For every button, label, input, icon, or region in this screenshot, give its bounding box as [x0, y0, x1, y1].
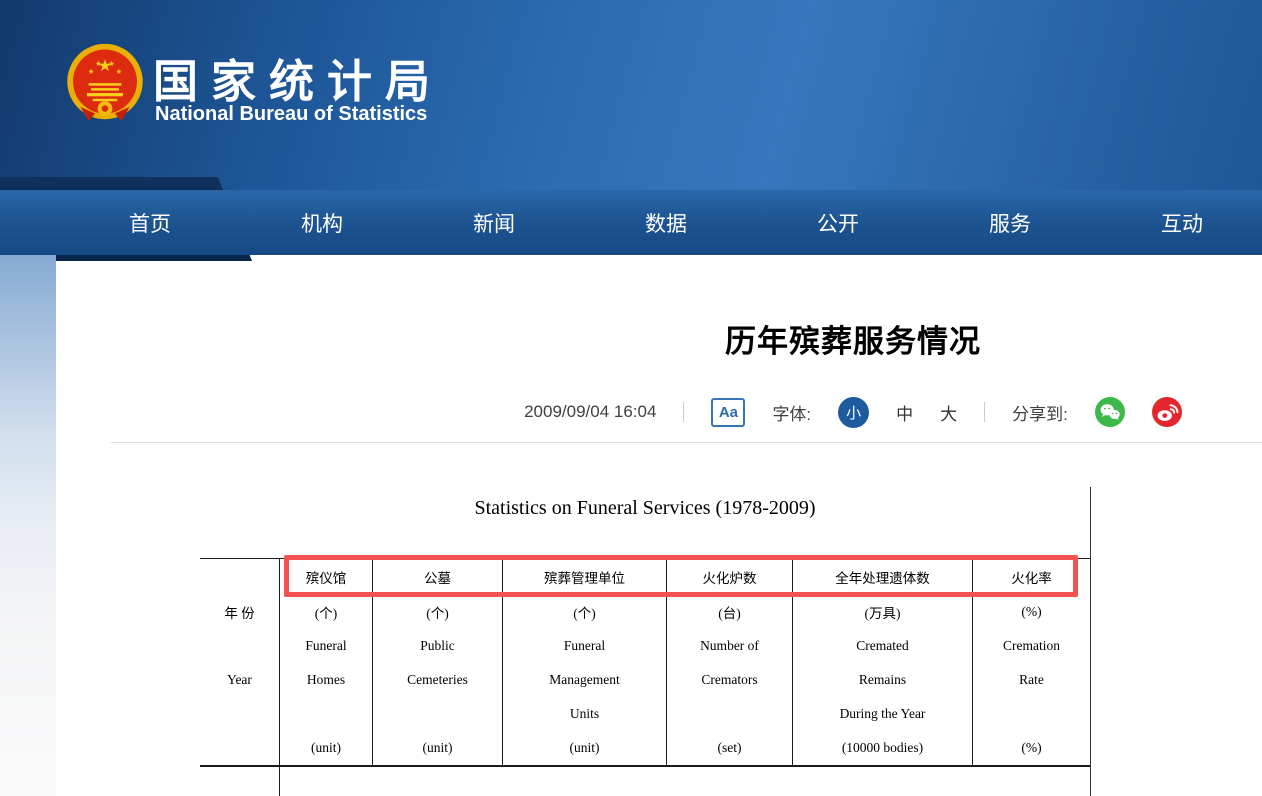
font-size-large-button[interactable]: 大: [940, 400, 957, 425]
table-column-divider: [279, 767, 280, 796]
table-cell: Remains: [793, 663, 972, 697]
site-header: ★ ★ ★ ★ ★ 国家统计局 National Bureau of Stati…: [0, 0, 1262, 190]
table-cell: (%): [973, 731, 1090, 765]
table-column-year: 年 份 Year: [200, 559, 280, 765]
font-size-small-button[interactable]: 小: [838, 397, 869, 428]
svg-text:★: ★: [108, 59, 115, 68]
table-cell: [200, 697, 279, 731]
table-cell: During the Year: [793, 697, 972, 731]
table-cell: Cremators: [667, 663, 792, 697]
table-cell: Public: [373, 629, 502, 663]
table-cell: [200, 731, 279, 765]
national-emblem-icon[interactable]: ★ ★ ★ ★ ★: [64, 42, 146, 126]
publish-date: 2009/09/04 16:04: [524, 402, 656, 422]
separator: [683, 402, 684, 422]
table-cell: Funeral: [280, 629, 372, 663]
nav-item-news[interactable]: 新闻: [408, 190, 580, 255]
article-meta-row: 2009/09/04 16:04 Aa 字体: 小 中 大 分享到:: [111, 395, 1262, 429]
site-title-en[interactable]: National Bureau of Statistics: [155, 103, 427, 126]
table-cell: Year: [200, 663, 279, 697]
table-cell: Cremated: [793, 629, 972, 663]
table-cell: (个): [280, 595, 372, 629]
table-cell: Units: [503, 697, 666, 731]
table-cell: (set): [667, 731, 792, 765]
table-cell: [280, 697, 372, 731]
nav-item-open[interactable]: 公开: [752, 190, 924, 255]
table-cell: (10000 bodies): [793, 731, 972, 765]
table-cell: Cemeteries: [373, 663, 502, 697]
table-cell: [200, 559, 279, 595]
table-cell: Management: [503, 663, 666, 697]
table-cell: Funeral: [503, 629, 666, 663]
font-size-label: 字体:: [772, 400, 811, 425]
svg-text:★: ★: [116, 67, 123, 76]
table-cell: (个): [503, 595, 666, 629]
table-cell: (万具): [793, 595, 972, 629]
nav-item-agency[interactable]: 机构: [236, 190, 408, 255]
table-cell: (台): [667, 595, 792, 629]
page-title: 历年殡葬服务情况: [111, 316, 1262, 361]
weibo-icon[interactable]: [1152, 397, 1182, 427]
left-gradient-strip: [0, 255, 56, 796]
svg-text:★: ★: [95, 59, 102, 68]
table-title: Statistics on Funeral Services (1978-200…: [200, 497, 1090, 520]
table-cell: [973, 697, 1090, 731]
table-cell: Number of: [667, 629, 792, 663]
red-highlight-box: [284, 555, 1078, 597]
wechat-icon[interactable]: [1095, 397, 1125, 427]
table-cell: [373, 697, 502, 731]
table-cell: (unit): [503, 731, 666, 765]
table-cell: (unit): [373, 731, 502, 765]
font-tool-button[interactable]: Aa: [711, 398, 745, 427]
table-cell: 年 份: [200, 595, 279, 629]
table-cell: Homes: [280, 663, 372, 697]
table-cell: (%): [973, 595, 1090, 629]
table-cell: (unit): [280, 731, 372, 765]
nav-items: 首页 机构 新闻 数据 公开 服务 互动: [64, 190, 1262, 255]
site-title-zh[interactable]: 国家统计局: [153, 45, 443, 110]
table-cell: [667, 697, 792, 731]
nav-item-services[interactable]: 服务: [924, 190, 1096, 255]
table-cell: Rate: [973, 663, 1090, 697]
content-divider: [111, 442, 1262, 443]
svg-text:★: ★: [88, 67, 95, 76]
table-cell: Cremation: [973, 629, 1090, 663]
table-right-border: [1090, 487, 1091, 796]
separator: [984, 402, 985, 422]
table-cell: (个): [373, 595, 502, 629]
nav-item-home[interactable]: 首页: [64, 190, 236, 255]
share-label: 分享到:: [1012, 400, 1068, 425]
nav-item-data[interactable]: 数据: [580, 190, 752, 255]
table-cell: [200, 629, 279, 663]
nav-item-interact[interactable]: 互动: [1096, 190, 1262, 255]
font-size-medium-button[interactable]: 中: [896, 400, 913, 425]
